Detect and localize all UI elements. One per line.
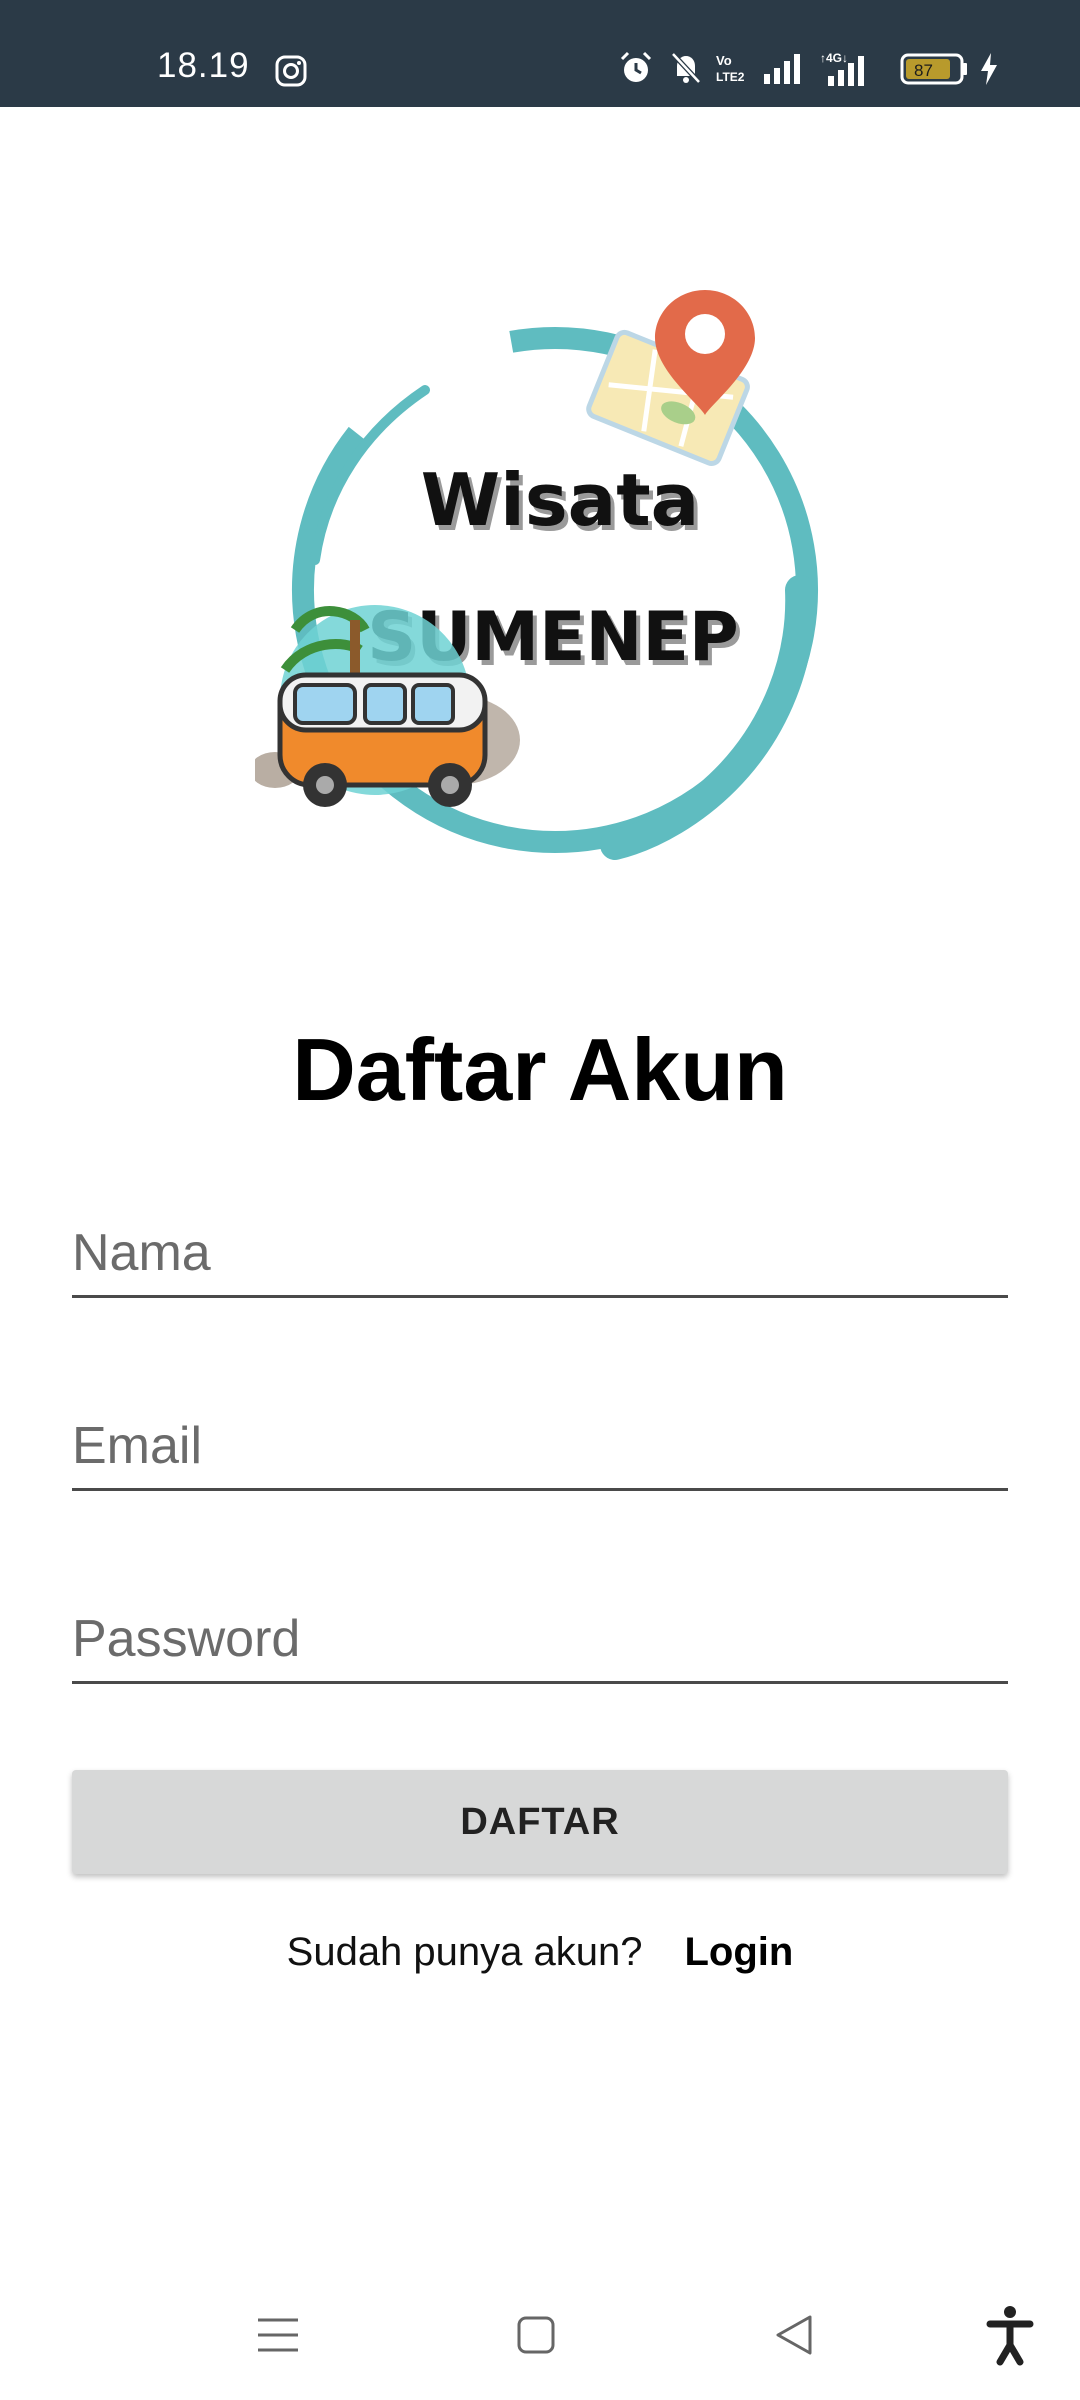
email-input[interactable] [72,1416,1008,1476]
svg-text:Wisata: Wisata [421,458,700,542]
login-question: Sudah punya akun? [286,1930,643,1974]
svg-text:LTE2: LTE2 [716,70,745,84]
password-field-container [72,1591,1008,1684]
email-field-container [72,1398,1008,1491]
login-link[interactable]: Login [685,1930,794,1974]
back-icon[interactable] [754,2290,834,2380]
svg-text:↑4G↓: ↑4G↓ [820,51,848,65]
name-input[interactable] [72,1223,1008,1283]
charging-icon [981,53,997,85]
4g-signal-icon: ↑4G↓ [820,51,864,86]
app-logo: Wisata Wisata SUMENEP SUMENEP [255,290,818,860]
status-bar: 18.19 Vo LTE2 ↑4G↓ 87 [0,0,1080,107]
name-field-container [72,1205,1008,1298]
register-button[interactable]: DAFTAR [72,1770,1008,1874]
home-icon[interactable] [496,2290,576,2380]
page-title: Daftar Akun [292,1020,788,1119]
mute-icon [671,52,701,84]
status-icons: Vo LTE2 ↑4G↓ 87 [610,0,1080,107]
menu-icon[interactable] [238,2290,318,2380]
alarm-icon [620,51,652,82]
status-time: 18.19 [157,46,250,85]
system-nav-bar [0,2290,1080,2380]
login-prompt: Sudah punya akun? Login [0,1930,1080,1975]
password-input[interactable] [72,1609,1008,1669]
svg-text:Vo: Vo [716,53,732,68]
volte-icon: Vo LTE2 [716,53,745,84]
signal-icon [764,54,800,84]
accessibility-icon[interactable] [970,2290,1050,2380]
instagram-icon [275,55,307,87]
battery-icon: 87 [900,53,967,85]
svg-text:87: 87 [914,61,933,80]
